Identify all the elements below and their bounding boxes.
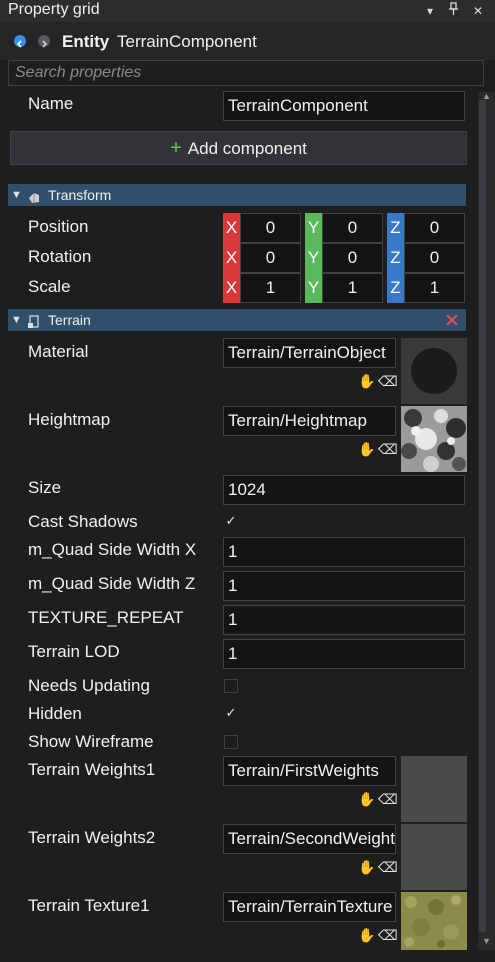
cast-shadows-label: Cast Shadows: [28, 512, 138, 531]
size-label: Size: [28, 478, 62, 497]
eraser-icon[interactable]: ⌫: [378, 373, 398, 390]
collapse-arrow-icon[interactable]: ▼: [11, 309, 22, 331]
z-axis-tag: Z: [387, 213, 404, 243]
x-axis-tag: X: [223, 213, 240, 243]
terrain-texture1-field[interactable]: Terrain/TerrainTexture: [223, 892, 396, 922]
pick-hand-icon[interactable]: ✋: [358, 927, 375, 944]
quad-width-x-field[interactable]: 1: [223, 537, 465, 567]
material-preview: [401, 338, 467, 404]
cast-shadows-checkbox[interactable]: ✓: [224, 514, 238, 528]
quad-width-z-label: m_Quad Side Width Z: [28, 574, 196, 593]
pick-hand-icon[interactable]: ✋: [358, 373, 375, 390]
y-axis-tag: Y: [305, 243, 322, 273]
name-label: Name: [28, 94, 74, 113]
entity-type: TerrainComponent: [117, 32, 257, 51]
pick-hand-icon[interactable]: ✋: [358, 441, 375, 458]
terrain-weights1-field[interactable]: Terrain/FirstWeights: [223, 756, 396, 786]
add-component-button[interactable]: + Add component: [10, 131, 467, 165]
terrain-texture1-label: Terrain Texture1: [28, 896, 150, 915]
panel-titlebar: Property grid ▾ ✕: [0, 0, 495, 22]
size-field[interactable]: 1024: [223, 475, 465, 505]
needs-updating-label: Needs Updating: [28, 676, 150, 695]
pick-hand-icon[interactable]: ✋: [358, 791, 375, 808]
terrain-lod-field[interactable]: 1: [223, 639, 465, 669]
quad-width-x-label: m_Quad Side Width X: [28, 540, 197, 559]
terrain-texture1-preview: [401, 892, 467, 950]
texture-repeat-field[interactable]: 1: [223, 605, 465, 635]
heightmap-label: Heightmap: [28, 410, 111, 429]
x-value-field[interactable]: 0: [240, 243, 301, 273]
z-axis-tag: Z: [387, 243, 404, 273]
y-value-field[interactable]: 1: [322, 273, 383, 303]
close-icon[interactable]: ✕: [469, 2, 487, 20]
z-axis-tag: Z: [387, 273, 404, 303]
y-axis-tag: Y: [305, 273, 322, 303]
x-value-field[interactable]: 0: [240, 213, 301, 243]
panel-title: Property grid: [8, 1, 100, 18]
terrain-weights1-preview: [401, 756, 467, 822]
heightmap-preview: [401, 406, 467, 472]
terrain-weights1-label: Terrain Weights1: [28, 760, 156, 779]
pick-hand-icon[interactable]: ✋: [358, 859, 375, 876]
eraser-icon[interactable]: ⌫: [378, 927, 398, 944]
transform-row-label: Rotation: [28, 247, 92, 266]
needs-updating-checkbox[interactable]: [224, 679, 238, 693]
transform-row-label: Scale: [28, 277, 71, 296]
y-value-field[interactable]: 0: [322, 213, 383, 243]
transform-title: Transform: [48, 187, 112, 203]
x-axis-tag: X: [223, 243, 240, 273]
eraser-icon[interactable]: ⌫: [378, 441, 398, 458]
transform-section-header[interactable]: ▼ Transform: [8, 184, 466, 206]
hidden-checkbox[interactable]: ✓: [224, 706, 238, 720]
collapse-arrow-icon[interactable]: ▼: [11, 184, 22, 206]
y-value-field[interactable]: 0: [322, 243, 383, 273]
quad-width-z-field[interactable]: 1: [223, 571, 465, 601]
search-input[interactable]: [9, 61, 483, 85]
forward-icon[interactable]: [38, 35, 50, 48]
z-value-field[interactable]: 1: [404, 273, 465, 303]
add-component-label: Add component: [187, 139, 307, 158]
scrollbar-thumb[interactable]: [479, 100, 486, 932]
x-axis-tag: X: [223, 273, 240, 303]
x-value-field[interactable]: 1: [240, 273, 301, 303]
terrain-weights2-field[interactable]: Terrain/SecondWeights: [223, 824, 396, 854]
show-wireframe-checkbox[interactable]: [224, 735, 238, 749]
terrain-section-header[interactable]: ▼ Terrain: [8, 309, 466, 331]
texture-repeat-label: TEXTURE_REPEAT: [28, 608, 184, 627]
search-box[interactable]: [8, 60, 484, 86]
y-axis-tag: Y: [305, 213, 322, 243]
left-gutter: [0, 92, 8, 962]
scroll-down-icon[interactable]: ▼: [478, 936, 495, 946]
plus-icon: +: [170, 137, 182, 159]
remove-component-icon[interactable]: [444, 312, 460, 328]
hidden-label: Hidden: [28, 704, 82, 723]
entity-label: Entity: [62, 32, 110, 51]
eraser-icon[interactable]: ⌫: [378, 791, 398, 808]
name-field[interactable]: TerrainComponent: [223, 91, 465, 121]
heightmap-field[interactable]: Terrain/Heightmap: [223, 406, 396, 436]
transform-row-label: Position: [28, 217, 89, 236]
terrain-weights2-label: Terrain Weights2: [28, 828, 156, 847]
z-value-field[interactable]: 0: [404, 213, 465, 243]
eraser-icon[interactable]: ⌫: [378, 859, 398, 876]
transform-icon: [28, 188, 40, 203]
terrain-title: Terrain: [48, 312, 91, 328]
pin-icon[interactable]: [445, 2, 463, 20]
back-icon[interactable]: [14, 35, 26, 48]
dropdown-icon[interactable]: ▾: [421, 2, 439, 20]
terrain-weights2-preview: [401, 824, 467, 890]
terrain-icon: [28, 313, 40, 328]
terrain-lod-label: Terrain LOD: [28, 642, 120, 661]
z-value-field[interactable]: 0: [404, 243, 465, 273]
material-label: Material: [28, 342, 89, 361]
material-field[interactable]: Terrain/TerrainObject: [223, 338, 396, 368]
show-wireframe-label: Show Wireframe: [28, 732, 154, 751]
